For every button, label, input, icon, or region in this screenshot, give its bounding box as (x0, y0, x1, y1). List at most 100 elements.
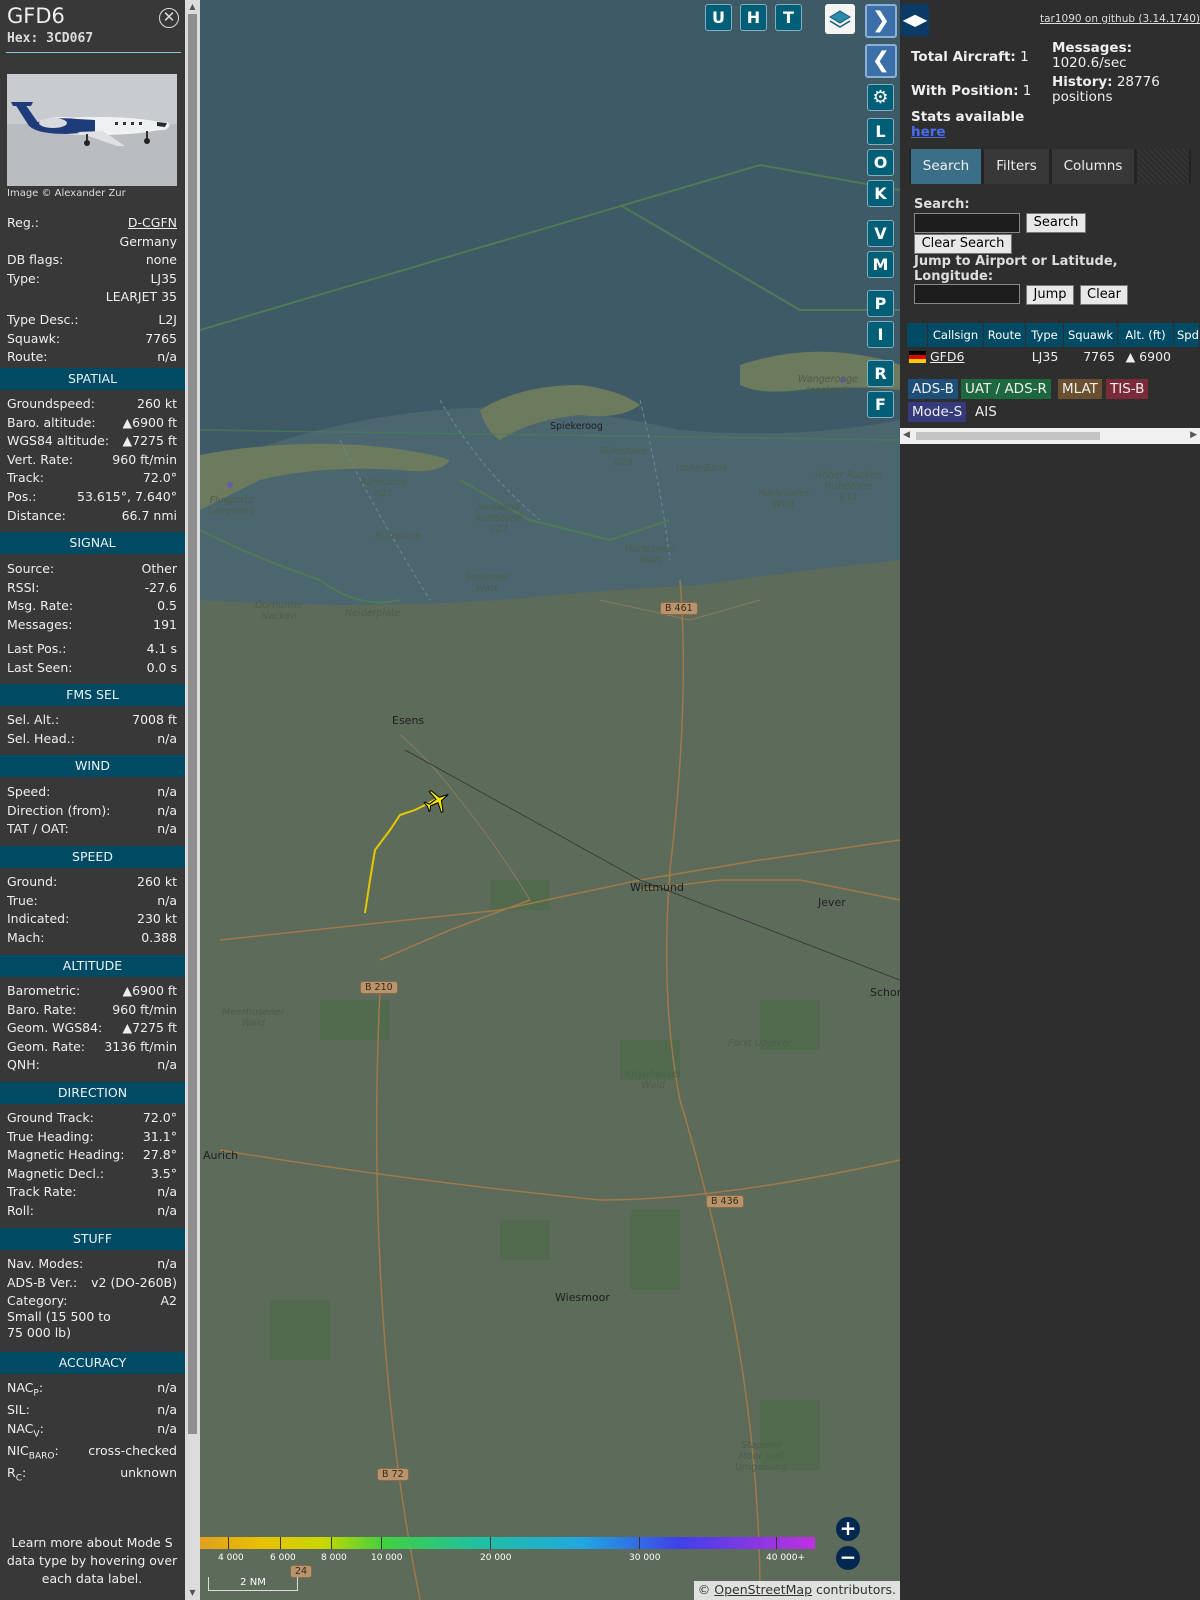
registration-link[interactable]: D-CGFN (128, 215, 177, 230)
info-scrollbar[interactable]: ▲ ▼ (185, 0, 200, 1600)
field-label-text: Messages: (7, 616, 73, 632)
jump-button[interactable]: Jump (1026, 285, 1074, 305)
table-header-route[interactable]: Route (984, 323, 1026, 347)
field-label: WGS84 altitude: (7, 433, 109, 448)
field-label: NICBARO: (7, 1443, 59, 1462)
field-label-text: QNH: (7, 1057, 40, 1073)
zoom-in-icon[interactable]: + (836, 1517, 860, 1541)
tab-columns[interactable]: Columns (1052, 149, 1134, 184)
field-label: Direction (from): (7, 803, 111, 818)
table-header-altitude[interactable]: Alt. (ft) (1118, 323, 1174, 347)
field-label: Track: (7, 470, 44, 485)
settings-gear-icon[interactable]: ⚙ (867, 84, 894, 111)
stats-link[interactable]: here (911, 124, 946, 140)
field-label-text: Ground Track: (7, 1110, 94, 1125)
place-jever: Jever (818, 896, 846, 909)
table-header-callsign[interactable]: Callsign (928, 323, 984, 347)
table-horizontal-scrollbar[interactable]: ◀ ▶ (900, 428, 1200, 444)
field-label-text: Indicated: (7, 911, 70, 927)
row-callsign[interactable]: GFD6 (930, 347, 964, 367)
button-t[interactable]: T (775, 4, 802, 31)
button-v[interactable]: V (867, 220, 894, 247)
field-label-text: Category: (7, 1293, 68, 1309)
attribution-suffix: contributors. (812, 1582, 896, 1597)
map-canvas[interactable] (200, 0, 900, 1600)
place-dornumer-nacken: Dornumer Nacken (255, 600, 304, 622)
tab-filters[interactable]: Filters (984, 149, 1049, 184)
field-value: n/a (157, 730, 177, 746)
button-i[interactable]: I (867, 321, 894, 348)
clear-button[interactable]: Clear (1080, 285, 1128, 305)
altitude-scale-tick-label: 4 000 (218, 1553, 244, 1563)
search-input[interactable] (914, 213, 1020, 233)
altitude-scale-tick (331, 1537, 332, 1549)
jump-input[interactable] (914, 284, 1020, 304)
sidebar-tabs: Search Filters Columns (909, 149, 1191, 184)
airplane-icon[interactable] (422, 786, 452, 816)
info-row: Barometric: ▲6900 ft (7, 983, 177, 1002)
messages-rate: Messages: 1020.6/sec (1052, 41, 1132, 71)
button-l[interactable]: L (867, 118, 894, 145)
button-m[interactable]: M (867, 251, 894, 278)
scroll-right-icon[interactable]: ▶ (1190, 430, 1197, 440)
aircraft-photo[interactable] (7, 74, 177, 186)
osm-link[interactable]: OpenStreetMap (714, 1582, 812, 1597)
info-row: True Heading: 31.1° (7, 1129, 177, 1148)
map[interactable]: Esens Wittmund Jever Aurich Wiesmoor Sch… (200, 0, 900, 1600)
chevron-left-icon[interactable]: ❮ (865, 44, 897, 78)
button-f[interactable]: F (867, 391, 894, 418)
altitude-scale-tick (228, 1537, 229, 1549)
aircraft-marker[interactable] (422, 786, 452, 816)
table-header-type[interactable]: Type (1026, 323, 1064, 347)
info-row: Source: Other (7, 561, 177, 580)
info-scrollbar-thumb[interactable] (188, 14, 197, 1434)
clear-search-button[interactable]: Clear Search (914, 234, 1012, 254)
button-o[interactable]: O (867, 149, 894, 176)
history: History: 28776 positions (1052, 75, 1160, 105)
tab-search[interactable]: Search (911, 149, 981, 184)
button-p[interactable]: P (867, 290, 894, 317)
field-value: n/a (157, 784, 177, 799)
section-header-speed: SPEED (0, 846, 185, 868)
field-label-text: Reg.: (7, 215, 39, 230)
info-row: Distance: 66.7 nmi (7, 508, 177, 527)
table-header-speed[interactable]: Spd (1174, 323, 1200, 347)
sidebar: ◀▶ tar1090 on github (3.14.1740) Total A… (900, 0, 1200, 1600)
scroll-down-icon[interactable]: ▼ (188, 1588, 197, 1597)
field-label: Last Pos.: (7, 641, 66, 656)
tab-extra[interactable] (1137, 149, 1189, 184)
with-position: With Position: 1 (911, 83, 1031, 99)
search-button[interactable]: Search (1026, 213, 1086, 233)
messages-value: 1020.6/sec (1052, 55, 1127, 71)
field-value: 230 kt (137, 911, 177, 927)
table-header-flag[interactable] (907, 323, 928, 347)
field-label: Vert. Rate: (7, 452, 73, 467)
field-value: unknown (120, 1465, 177, 1480)
with-position-value: 1 (1022, 83, 1032, 99)
scroll-up-icon[interactable]: ▲ (188, 2, 197, 11)
field-value: ▲6900 ft (122, 414, 177, 430)
button-u[interactable]: U (705, 4, 732, 31)
layers-button[interactable] (825, 4, 855, 34)
field-label: Magnetic Decl.: (7, 1166, 104, 1181)
info-row: Baro. Rate: 960 ft/min (7, 1002, 177, 1021)
section-header-altitude: ALTITUDE (0, 955, 185, 977)
horizontal-scrollbar-thumb[interactable] (916, 432, 1100, 440)
zoom-out-icon[interactable]: − (836, 1546, 860, 1570)
table-header-squawk[interactable]: Squawk (1064, 323, 1118, 347)
row-type: LJ35 (1031, 349, 1059, 364)
section-header-fms-sel: FMS SEL (0, 684, 185, 706)
field-label: Barometric: (7, 983, 80, 998)
chevron-right-icon[interactable]: ❯ (865, 4, 897, 38)
badge-ais: AIS (975, 404, 997, 420)
close-icon[interactable]: ✕ (159, 8, 179, 28)
with-position-label: With Position: (911, 83, 1019, 99)
field-label: RSSI: (7, 580, 39, 595)
button-k[interactable]: K (867, 180, 894, 207)
scroll-left-icon[interactable]: ◀ (903, 430, 910, 440)
field-label-colon: : (38, 1380, 44, 1395)
github-link[interactable]: tar1090 on github (3.14.1740) (1040, 13, 1200, 25)
button-r[interactable]: R (867, 360, 894, 387)
expand-collapse-icon[interactable]: ◀▶ (901, 4, 929, 36)
button-h[interactable]: H (740, 4, 767, 31)
